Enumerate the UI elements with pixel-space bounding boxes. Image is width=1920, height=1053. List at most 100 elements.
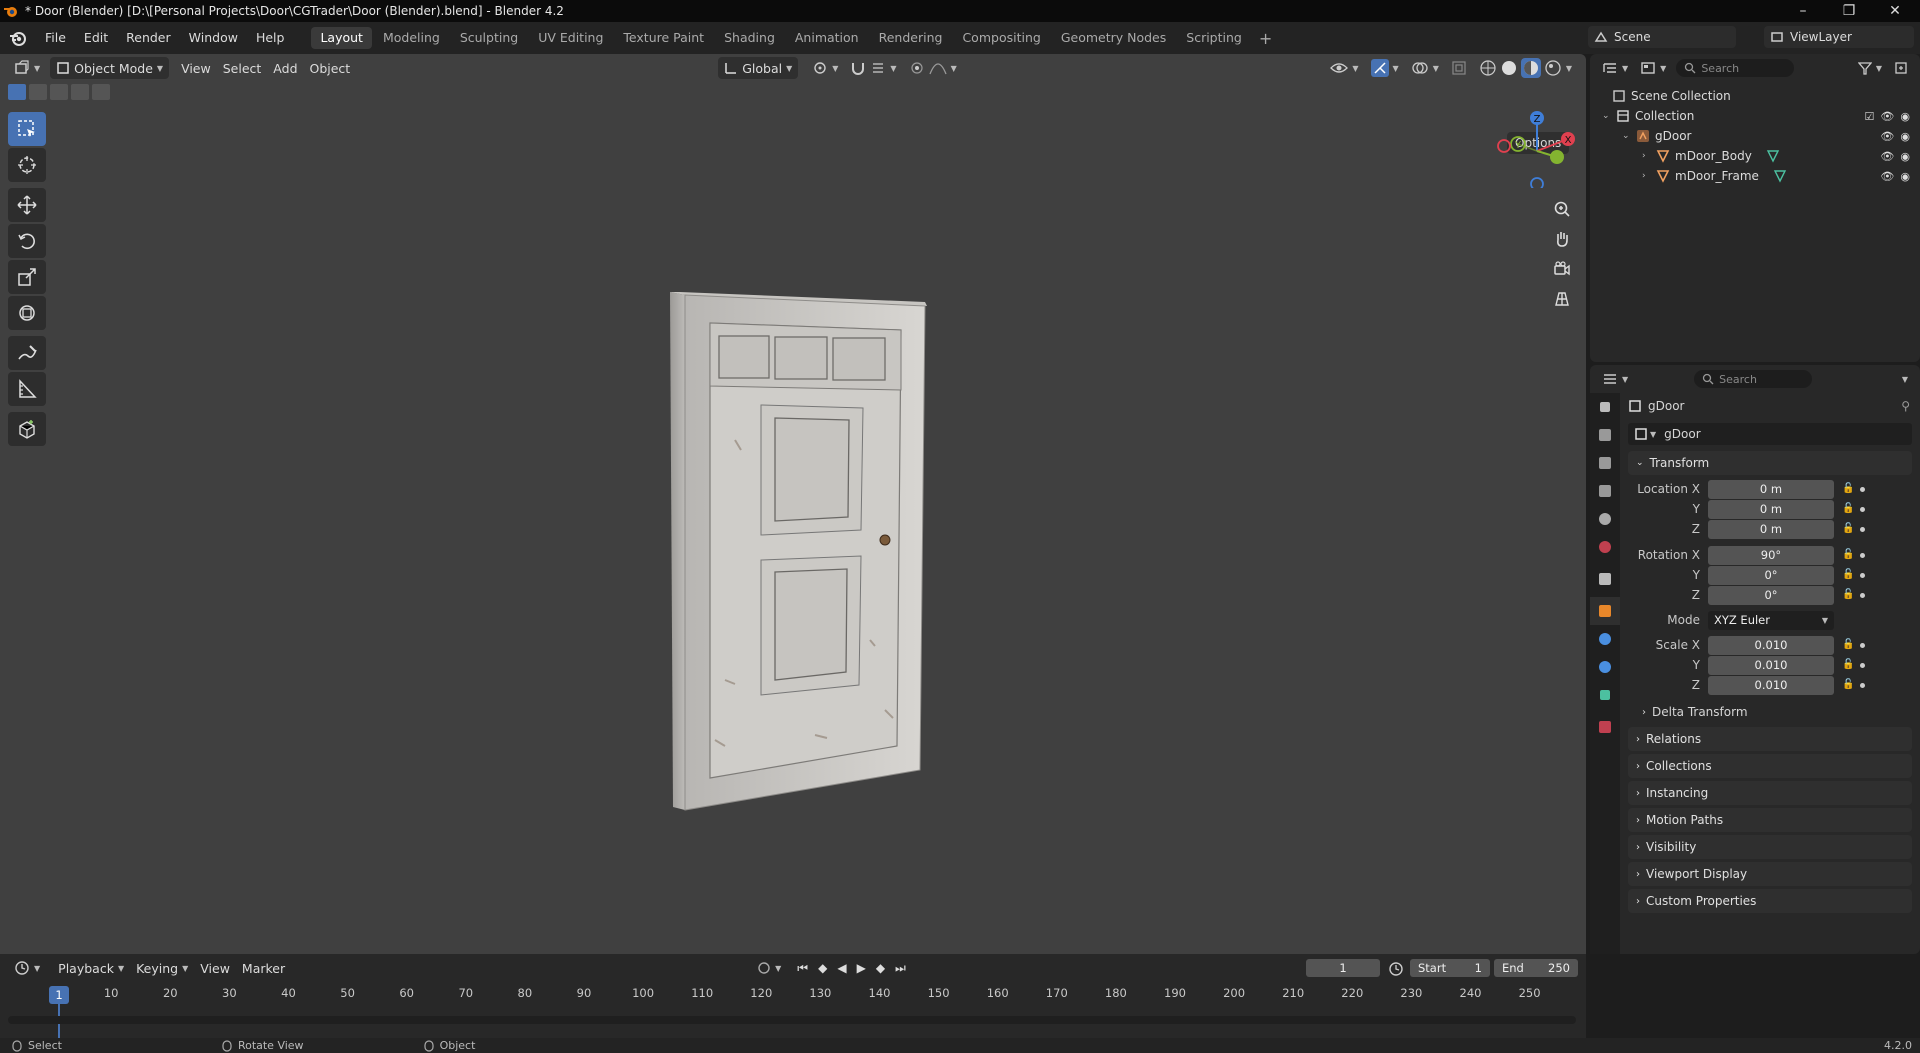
lock-icon[interactable]: 🔓 xyxy=(1842,483,1854,495)
tab-geometry-nodes[interactable]: Geometry Nodes xyxy=(1052,27,1175,49)
gizmo-neg-z-axis[interactable] xyxy=(1530,177,1544,188)
panel-motion-paths[interactable]: › Motion Paths xyxy=(1628,808,1912,832)
xray-button[interactable] xyxy=(1445,57,1473,79)
expand-icon[interactable]: › xyxy=(1642,151,1656,161)
menu-playback[interactable]: Playback ▼ xyxy=(52,957,130,979)
add-workspace-button[interactable]: + xyxy=(1259,29,1272,48)
jump-end-icon[interactable]: ⏭ xyxy=(895,961,906,976)
eye-icon[interactable]: 👁 xyxy=(1880,110,1894,123)
lock-icon[interactable]: 🔓 xyxy=(1842,639,1854,651)
prev-keyframe-icon[interactable]: ◆ xyxy=(818,961,827,975)
overlays-button[interactable]: ▼ xyxy=(1405,57,1445,79)
3d-viewport[interactable]: ▼ Object Mode ▼ View Select Add Object Gl… xyxy=(0,54,1586,954)
chevron-down-icon[interactable]: ▼ xyxy=(1902,375,1908,384)
pin-icon[interactable]: ⚲ xyxy=(1901,399,1910,413)
select-new-icon[interactable] xyxy=(8,84,26,100)
gizmo-neg-x-axis[interactable] xyxy=(1497,139,1511,153)
scale-tool[interactable] xyxy=(8,260,46,294)
orientation-selector[interactable]: Global ▼ xyxy=(718,57,799,79)
editor-type-button[interactable]: ▼ xyxy=(8,57,46,79)
gizmo-y-axis[interactable] xyxy=(1550,150,1564,164)
keyframe-dot-icon[interactable] xyxy=(1860,662,1865,668)
timeline-scrollbar[interactable] xyxy=(8,1016,1576,1024)
mesh-data-icon[interactable] xyxy=(1773,169,1787,183)
pan-button[interactable] xyxy=(1547,225,1577,253)
keyframe-dot-icon[interactable] xyxy=(1860,642,1865,648)
shading-buttons[interactable]: ▼ xyxy=(1473,57,1578,79)
keyframe-dot-icon[interactable] xyxy=(1860,682,1865,688)
navigation-gizmo[interactable]: Z X Y xyxy=(1496,106,1578,188)
zoom-button[interactable] xyxy=(1547,195,1577,223)
scale-z-field[interactable]: 0.010 xyxy=(1708,675,1834,695)
display-mode-button[interactable]: ▼ xyxy=(1634,57,1672,79)
menu-timeline-view[interactable]: View xyxy=(194,957,236,979)
camera-icon[interactable]: ◉ xyxy=(1900,130,1910,143)
lock-icon[interactable]: 🔓 xyxy=(1842,549,1854,561)
playhead[interactable]: 1 xyxy=(49,986,69,1004)
tab-layout[interactable]: Layout xyxy=(311,27,372,49)
eye-icon[interactable]: 👁 xyxy=(1880,150,1894,163)
close-button[interactable]: ✕ xyxy=(1872,0,1918,22)
menu-add[interactable]: Add xyxy=(267,57,303,79)
view-layer-selector[interactable]: ViewLayer xyxy=(1764,26,1914,48)
menu-edit[interactable]: Edit xyxy=(75,22,117,54)
select-intersect-icon[interactable] xyxy=(92,84,110,100)
move-tool[interactable] xyxy=(8,188,46,222)
location-y-field[interactable]: 0 m xyxy=(1708,499,1834,519)
collapse-icon[interactable]: ⌄ xyxy=(1622,131,1636,141)
transform-tool[interactable] xyxy=(8,296,46,330)
solid-shading-icon[interactable] xyxy=(1500,59,1518,77)
rotation-mode-select[interactable]: XYZ Euler ▼ xyxy=(1708,610,1834,630)
tab-texture-paint[interactable]: Texture Paint xyxy=(614,27,713,49)
maximize-button[interactable]: ❐ xyxy=(1826,0,1872,22)
jump-start-icon[interactable]: ⏮ xyxy=(797,961,808,976)
menu-marker[interactable]: Marker xyxy=(236,957,291,979)
outliner-row-mdoor-frame[interactable]: › mDoor_Frame 👁 ◉ xyxy=(1590,166,1920,186)
gizmo-toggle-button[interactable]: ▼ xyxy=(1365,57,1405,79)
panel-delta-transform[interactable]: › Delta Transform xyxy=(1642,702,1748,722)
annotate-tool[interactable] xyxy=(8,336,46,370)
tab-texture[interactable] xyxy=(1590,713,1620,741)
tab-output[interactable] xyxy=(1590,449,1620,477)
rotate-tool[interactable] xyxy=(8,224,46,258)
timeline-editor-type[interactable]: ▼ xyxy=(8,957,46,979)
keyframe-dot-icon[interactable] xyxy=(1860,552,1865,558)
proportional-edit-button[interactable]: ▼ xyxy=(903,57,963,79)
properties-editor-type[interactable]: ▼ xyxy=(1596,368,1634,390)
tab-scripting[interactable]: Scripting xyxy=(1177,27,1251,49)
tab-constraints[interactable] xyxy=(1590,653,1620,681)
tab-world[interactable] xyxy=(1590,533,1620,561)
menu-window[interactable]: Window xyxy=(180,22,247,54)
minimize-button[interactable]: – xyxy=(1780,0,1826,22)
scale-x-field[interactable]: 0.010 xyxy=(1708,635,1834,655)
expand-icon[interactable]: › xyxy=(1642,171,1656,181)
current-frame-field[interactable]: 1 xyxy=(1306,959,1380,977)
frame-ruler[interactable]: 10 20 30 40 50 60 70 80 90 100 110 120 130 140 150 160 1… xyxy=(8,986,1576,1006)
mesh-data-icon[interactable] xyxy=(1766,149,1780,163)
outliner-editor-type[interactable]: ▼ xyxy=(1596,57,1634,79)
camera-view-button[interactable] xyxy=(1547,255,1577,283)
outliner-search[interactable]: Search xyxy=(1676,59,1795,77)
tab-rendering[interactable]: Rendering xyxy=(870,27,952,49)
menu-keying[interactable]: Keying ▼ xyxy=(130,957,194,979)
rendered-shading-icon[interactable] xyxy=(1544,59,1562,77)
keyframe-dot-icon[interactable] xyxy=(1860,506,1865,512)
camera-icon[interactable]: ◉ xyxy=(1900,170,1910,183)
tab-animation[interactable]: Animation xyxy=(786,27,868,49)
tab-render[interactable] xyxy=(1590,421,1620,449)
select-invert-icon[interactable] xyxy=(71,84,89,100)
panel-custom-properties[interactable]: › Custom Properties xyxy=(1628,889,1912,913)
select-subtract-icon[interactable] xyxy=(50,84,68,100)
panel-collections[interactable]: › Collections xyxy=(1628,754,1912,778)
collapse-icon[interactable]: ⌄ xyxy=(1602,111,1616,121)
outliner-row-collection[interactable]: ⌄ Collection ☑ 👁 ◉ xyxy=(1590,106,1920,126)
properties-search[interactable]: Search xyxy=(1694,370,1813,388)
tab-uv-editing[interactable]: UV Editing xyxy=(529,27,612,49)
cursor-tool[interactable] xyxy=(8,148,46,182)
end-frame-field[interactable]: End 250 xyxy=(1494,959,1578,977)
eye-icon[interactable]: 👁 xyxy=(1880,170,1894,183)
panel-visibility[interactable]: › Visibility xyxy=(1628,835,1912,859)
tab-tool[interactable] xyxy=(1590,393,1620,421)
tab-object[interactable] xyxy=(1590,597,1620,625)
properties-editor[interactable]: ▼ Search ▼ gDoor ⚲ ▼ gDoor ⌄ Transform L… xyxy=(1590,365,1920,954)
